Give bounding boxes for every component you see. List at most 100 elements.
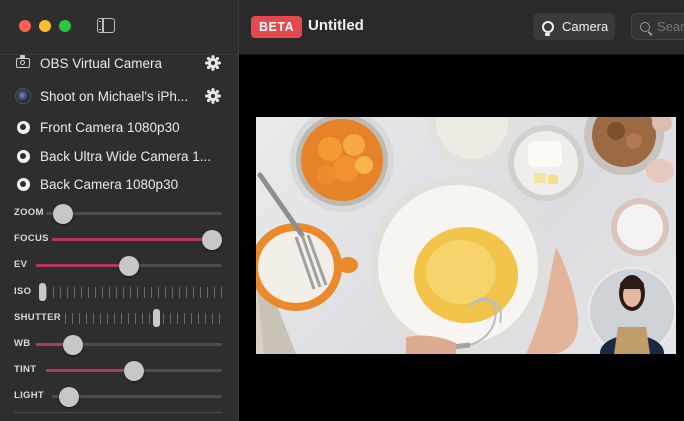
slider-track[interactable] bbox=[45, 204, 222, 224]
slider-tick bbox=[71, 313, 73, 324]
control-label: ZOOM bbox=[14, 207, 44, 218]
search-field[interactable] bbox=[631, 13, 684, 40]
slider-tick bbox=[165, 287, 167, 298]
slider-tick bbox=[186, 287, 188, 298]
control-label: SHUTTER bbox=[14, 312, 61, 323]
slider-tick bbox=[78, 313, 80, 324]
control-label: LIGHT bbox=[14, 390, 44, 401]
control-row: LIGHT bbox=[14, 386, 224, 407]
camera-source-item[interactable]: Back Camera 1080p30 bbox=[14, 173, 228, 195]
camera-source-label: Back Camera 1080p30 bbox=[40, 176, 179, 192]
divider bbox=[14, 412, 222, 413]
camera-source-item[interactable]: Front Camera 1080p30 bbox=[14, 116, 228, 138]
radio-icon bbox=[14, 147, 32, 165]
slider-tick bbox=[64, 313, 66, 324]
slider-tick bbox=[144, 287, 146, 298]
camera-source-item[interactable]: Shoot on Michael's iPh... bbox=[14, 85, 228, 107]
slider-tick bbox=[134, 313, 136, 324]
control-label: ISO bbox=[14, 286, 32, 297]
slider-tick bbox=[172, 287, 174, 298]
control-row: ISO bbox=[14, 282, 224, 302]
slider-tick bbox=[106, 313, 108, 324]
slider-tick bbox=[102, 287, 104, 298]
slider-thumb[interactable] bbox=[53, 204, 74, 224]
camera-source-item[interactable]: Back Ultra Wide Camera 1... bbox=[14, 145, 228, 167]
slider-fill bbox=[36, 264, 129, 267]
slider-tick bbox=[127, 313, 129, 324]
control-row: EV bbox=[14, 255, 224, 276]
slider-tick bbox=[151, 287, 153, 298]
slider-tick bbox=[221, 287, 223, 298]
camera-icon bbox=[14, 54, 32, 72]
slider-tick bbox=[109, 287, 111, 298]
camera-source-label: Back Ultra Wide Camera 1... bbox=[40, 148, 212, 164]
tick-slider[interactable] bbox=[39, 283, 223, 301]
slider-track[interactable] bbox=[52, 387, 222, 407]
slider-tick bbox=[137, 287, 139, 298]
slider-tick bbox=[141, 313, 143, 324]
slider-tick bbox=[74, 287, 76, 298]
camera-source-label: Shoot on Michael's iPh... bbox=[40, 88, 189, 104]
camera-source-item[interactable]: OBS Virtual Camera bbox=[14, 52, 228, 74]
slider-fill bbox=[52, 238, 222, 241]
slider-tick bbox=[158, 287, 160, 298]
slider-thumb[interactable] bbox=[152, 309, 160, 327]
control-row: SHUTTER bbox=[14, 308, 224, 328]
slider-track[interactable] bbox=[36, 335, 222, 355]
beta-badge: BETA bbox=[251, 16, 303, 38]
camera-button[interactable]: Camera bbox=[533, 13, 615, 40]
slider-tick bbox=[60, 287, 62, 298]
slider-thumb[interactable] bbox=[202, 230, 222, 250]
slider-tick bbox=[92, 313, 94, 324]
slider-tick bbox=[200, 287, 202, 298]
camera-button-label: Camera bbox=[562, 19, 609, 34]
camera-preview-image bbox=[256, 117, 676, 354]
slider-tick bbox=[193, 287, 195, 298]
slider-tick bbox=[204, 313, 206, 324]
gear-icon[interactable] bbox=[205, 88, 221, 104]
control-label: WB bbox=[14, 338, 31, 349]
slider-tick bbox=[120, 313, 122, 324]
camera-source-label: OBS Virtual Camera bbox=[40, 55, 163, 71]
sidebar-toggle-icon[interactable] bbox=[97, 18, 115, 33]
slider-tick bbox=[197, 313, 199, 324]
zoom-window-button[interactable] bbox=[59, 20, 71, 32]
slider-track[interactable] bbox=[52, 230, 222, 250]
slider-tick bbox=[95, 287, 97, 298]
slider-tick bbox=[176, 313, 178, 324]
phone-camera-icon-glyph bbox=[15, 88, 31, 104]
control-row: TINT bbox=[14, 360, 224, 381]
slider-track[interactable] bbox=[45, 361, 222, 381]
slider-tick bbox=[81, 287, 83, 298]
document-title: Untitled bbox=[308, 17, 364, 34]
phone-camera-icon bbox=[14, 87, 32, 105]
control-row: WB bbox=[14, 334, 224, 355]
slider-thumb[interactable] bbox=[63, 335, 84, 355]
slider-tick bbox=[214, 287, 216, 298]
slider-thumb[interactable] bbox=[39, 283, 47, 301]
slider-tick bbox=[148, 313, 150, 324]
slider-tick bbox=[99, 313, 101, 324]
close-window-button[interactable] bbox=[19, 20, 31, 32]
slider-tick bbox=[67, 287, 69, 298]
slider-tick bbox=[211, 313, 213, 324]
slider-tick bbox=[88, 287, 90, 298]
slider-thumb[interactable] bbox=[123, 361, 144, 381]
control-label: FOCUS bbox=[14, 233, 49, 244]
slider-tick bbox=[207, 287, 209, 298]
control-label: TINT bbox=[14, 364, 37, 375]
search-input[interactable] bbox=[657, 19, 684, 34]
slider-tick bbox=[218, 313, 220, 324]
radio-icon-glyph bbox=[16, 149, 30, 163]
toolbar: BETA Untitled Camera bbox=[239, 0, 684, 55]
slider-thumb[interactable] bbox=[119, 256, 139, 276]
search-icon bbox=[640, 21, 650, 32]
slider-track[interactable] bbox=[36, 256, 222, 276]
minimize-window-button[interactable] bbox=[39, 20, 51, 32]
slider-tick bbox=[53, 287, 55, 298]
slider-tick bbox=[130, 287, 132, 298]
sidebar: OBS Virtual Camera Shoot on Michael's iPh… bbox=[0, 0, 239, 421]
slider-thumb[interactable] bbox=[59, 387, 79, 407]
tick-slider[interactable] bbox=[64, 309, 222, 327]
gear-icon[interactable] bbox=[205, 55, 221, 71]
